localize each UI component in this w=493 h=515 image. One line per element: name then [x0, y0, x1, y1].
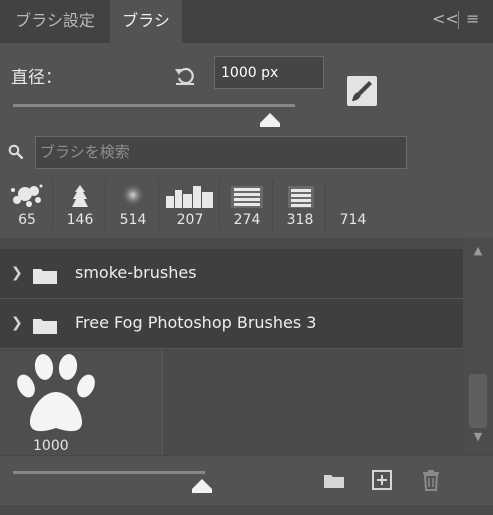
recent-preset[interactable]: 318: [274, 180, 326, 231]
paw-print-icon: [17, 354, 95, 432]
diameter-slider-thumb[interactable]: [259, 113, 280, 127]
chevron-right-icon[interactable]: ❯: [11, 265, 23, 281]
building-brush-icon: [231, 186, 263, 208]
search-icon: [8, 144, 24, 160]
preset-size: 514: [119, 212, 147, 228]
paintbrush-icon: [352, 81, 372, 101]
new-brush-icon[interactable]: [371, 469, 393, 491]
brush-group-name: smoke-brushes: [75, 263, 197, 282]
spray-brush-icon: [72, 185, 88, 207]
preset-size: 714: [339, 212, 367, 228]
preset-size: 146: [66, 212, 94, 228]
brush-size-label: 1000: [33, 438, 69, 454]
chevron-right-icon[interactable]: ❯: [11, 315, 23, 331]
city-skyline-brush-icon: [166, 186, 213, 208]
preview-size-slider-thumb[interactable]: [191, 479, 212, 493]
recent-preset[interactable]: 146: [54, 180, 106, 231]
scroll-up-arrow[interactable]: ▲: [466, 244, 490, 257]
brush-group-name: Free Fog Photoshop Brushes 3: [75, 313, 317, 332]
trash-icon[interactable]: [420, 469, 442, 491]
panel-resize-grip[interactable]: [0, 505, 493, 515]
panel-menu-button[interactable]: ≡: [466, 9, 479, 29]
preview-size-slider-track[interactable]: [13, 471, 205, 474]
recent-preset[interactable]: 274: [221, 180, 273, 231]
collapse-panel-button[interactable]: <<: [432, 9, 459, 29]
tab-divider: [458, 11, 459, 29]
create-brush-button[interactable]: [347, 76, 377, 106]
brush-group-row[interactable]: ❯ Free Fog Photoshop Brushes 3: [0, 299, 463, 349]
splatter-brush-icon: [11, 184, 43, 207]
preset-size: 318: [286, 212, 314, 228]
preset-size: 207: [176, 212, 204, 228]
brush-search-input[interactable]: [35, 136, 407, 169]
recent-preset[interactable]: 714: [327, 180, 379, 231]
soft-round-brush-icon: [121, 183, 145, 207]
preset-size: 274: [233, 212, 261, 228]
recent-preset[interactable]: 65: [1, 180, 53, 231]
tab-brush-settings[interactable]: ブラシ設定: [0, 0, 110, 43]
diameter-label: 直径：: [11, 68, 62, 88]
brush-tile[interactable]: 1000: [0, 350, 163, 455]
folder-icon: [33, 269, 57, 284]
folder-icon: [33, 319, 57, 334]
recent-preset[interactable]: 207: [160, 180, 220, 231]
scroll-down-arrow[interactable]: ▼: [466, 430, 490, 443]
brush-group-row[interactable]: ❯ smoke-brushes: [0, 249, 463, 299]
new-group-folder-icon[interactable]: [323, 470, 345, 492]
tab-brushes[interactable]: ブラシ: [110, 0, 182, 43]
scrollbar-thumb[interactable]: [469, 374, 487, 428]
building-brush-icon: [288, 186, 314, 208]
preset-size: 65: [18, 212, 36, 228]
recent-preset[interactable]: 514: [107, 180, 159, 231]
reset-size-icon[interactable]: [174, 64, 196, 86]
diameter-input[interactable]: [214, 56, 324, 89]
diameter-slider-track[interactable]: [13, 104, 295, 107]
